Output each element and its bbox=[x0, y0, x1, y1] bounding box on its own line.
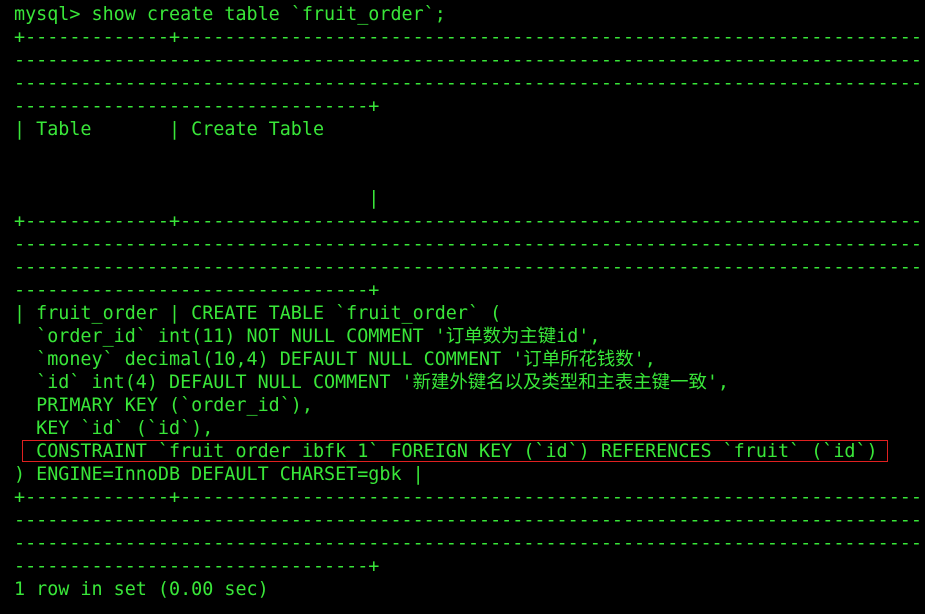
command-line: mysql> show create table `fruit_order`; bbox=[14, 4, 446, 25]
ddl-line: PRIMARY KEY (`order_id`), bbox=[14, 395, 313, 416]
table-border-wrap: ----------------------------------------… bbox=[14, 234, 925, 255]
table-border-wrap: ----------------------------------------… bbox=[14, 50, 925, 71]
ddl-line: KEY `id` (`id`), bbox=[14, 418, 214, 439]
table-border-wrap: ----------------------------------------… bbox=[14, 533, 925, 554]
table-border-separator: +-------------+-------------------------… bbox=[14, 211, 925, 232]
table-header-end: | bbox=[14, 188, 380, 209]
result-summary: 1 row in set (0.00 sec) bbox=[14, 579, 269, 600]
table-border-wrap: ----------------------------------------… bbox=[14, 257, 925, 278]
table-border-top: +-------------+-------------------------… bbox=[14, 27, 925, 48]
table-border-end: --------------------------------+ bbox=[14, 556, 380, 577]
ddl-line: `order_id` int(11) NOT NULL COMMENT '订单数… bbox=[14, 326, 601, 347]
table-border-wrap: ----------------------------------------… bbox=[14, 73, 925, 94]
terminal-window[interactable]: mysql> show create table `fruit_order`; … bbox=[0, 0, 925, 614]
ddl-line: `money` decimal(10,4) DEFAULT NULL COMME… bbox=[14, 349, 656, 370]
table-border-end: --------------------------------+ bbox=[14, 280, 380, 301]
table-border-wrap: ----------------------------------------… bbox=[14, 510, 925, 531]
ddl-line: ) ENGINE=InnoDB DEFAULT CHARSET=gbk | bbox=[14, 464, 424, 485]
table-header-row: | Table | Create Table bbox=[14, 119, 325, 140]
table-data-row: | fruit_order | CREATE TABLE `fruit_orde… bbox=[14, 303, 502, 324]
table-border-bottom: +-------------+-------------------------… bbox=[14, 487, 925, 508]
table-border-end: --------------------------------+ bbox=[14, 96, 380, 117]
ddl-constraint-line: CONSTRAINT `fruit_order_ibfk_1` FOREIGN … bbox=[14, 441, 878, 462]
ddl-line: `id` int(4) DEFAULT NULL COMMENT '新建外键名以… bbox=[14, 372, 729, 393]
